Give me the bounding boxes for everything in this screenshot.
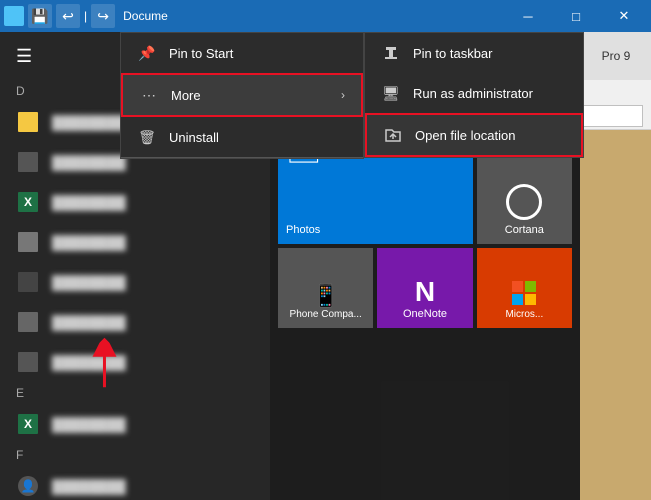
menu-item-more-label: More [171,88,201,103]
app-icon: 🗂 [4,6,24,26]
app-item-4[interactable]: ████████ [0,222,270,262]
app-item-label-e1: ████████ [52,417,126,432]
tile-cortana-label: Cortana [505,224,544,236]
app-item-icon-3: X [16,190,40,214]
undo-button[interactable]: ↩ [56,4,80,28]
phone-icon: 📱 [312,283,339,309]
cortana-icon [506,184,542,220]
pro9-badge: Pro 9 [580,32,651,80]
menu-item-pin-start[interactable]: 📌 Pin to Start [121,33,363,73]
tile-onenote[interactable]: N OneNote [377,248,472,328]
more-icon: ⋯ [139,85,159,105]
app-item-3[interactable]: X ████████ [0,182,270,222]
submenu-item-pin-taskbar[interactable]: Pin to taskbar [365,33,583,73]
app-item-label-1: ████████ [52,115,126,130]
app-item-icon-2 [16,150,40,174]
tile-phone[interactable]: 📱 Phone Compa... [278,248,373,328]
app-item-label-6: ████████ [52,315,126,330]
pin-taskbar-icon [381,43,401,63]
open-file-location-icon [383,125,403,145]
submenu-pin-taskbar-label: Pin to taskbar [413,46,493,61]
app-item-label-5: ████████ [52,275,126,290]
tile-phone-label: Phone Compa... [290,309,362,320]
app-item-5[interactable]: ████████ [0,262,270,302]
app-item-icon-5 [16,270,40,294]
submenu-open-file-location-label: Open file location [415,128,515,143]
title-bar-left: 🗂 💾 ↩ | ↪ [0,4,115,28]
app-item-label-f1: ████████ [52,479,126,494]
minimize-button[interactable]: ─ [505,0,551,32]
app-item-icon-4 [16,230,40,254]
app-item-label-4: ████████ [52,235,126,250]
menu-item-more[interactable]: ⋯ More › [121,73,363,117]
app-item-icon-e1: X [16,412,40,436]
context-menu-main: 📌 Pin to Start ⋯ More › 🗑 Uninstall [120,32,364,159]
tile-onenote-label: OneNote [403,308,447,320]
submenu-run-admin-label: Run as administrator [413,86,533,101]
submenu-item-open-file-location[interactable]: Open file location [365,113,583,157]
app-item-icon-f1: 👤 [16,474,40,498]
save-button[interactable]: 💾 [28,4,52,28]
app-section-f: F [0,444,270,466]
app-item-6[interactable]: ████████ [0,302,270,342]
app-section-e: E [0,382,270,404]
app-item-icon-1 [16,110,40,134]
submenu-item-run-admin[interactable]: 🖥 Run as administrator [365,73,583,113]
window-controls: ─ □ ✕ [505,0,647,32]
menu-item-uninstall-label: Uninstall [169,130,219,145]
onenote-icon: N [415,276,435,308]
context-submenu: Pin to taskbar 🖥 Run as administrator Op… [364,32,584,158]
tile-microsoft-label: Micros... [505,309,543,320]
app-item-icon-6 [16,310,40,334]
app-item-7[interactable]: ████████ [0,342,270,382]
tile-microsoft[interactable]: Micros... [477,248,572,328]
pro9-label: Pro 9 [602,49,631,63]
uninstall-icon: 🗑 [137,127,157,147]
run-admin-icon: 🖥 [381,83,401,103]
close-button[interactable]: ✕ [601,0,647,32]
app-item-f1[interactable]: 👤 ████████ [0,466,270,500]
redo-separator: | [84,9,87,23]
app-item-label-2: ████████ [52,155,126,170]
hamburger-icon: ☰ [16,46,32,67]
menu-item-pin-start-label: Pin to Start [169,46,233,61]
app-item-label-3: ████████ [52,195,126,210]
microsoft-icon [512,281,536,305]
title-bar: 🗂 💾 ↩ | ↪ Docume ─ □ ✕ [0,0,651,32]
pin-start-icon: 📌 [137,43,157,63]
menu-item-uninstall[interactable]: 🗑 Uninstall [121,117,363,158]
app-item-icon-7 [16,350,40,374]
maximize-button[interactable]: □ [553,0,599,32]
app-item-e1[interactable]: X ████████ [0,404,270,444]
redo-button[interactable]: ↪ [91,4,115,28]
tile-photos-label: Photos [286,224,320,236]
more-arrow-icon: › [341,88,345,102]
window-title: Docume [123,9,505,23]
